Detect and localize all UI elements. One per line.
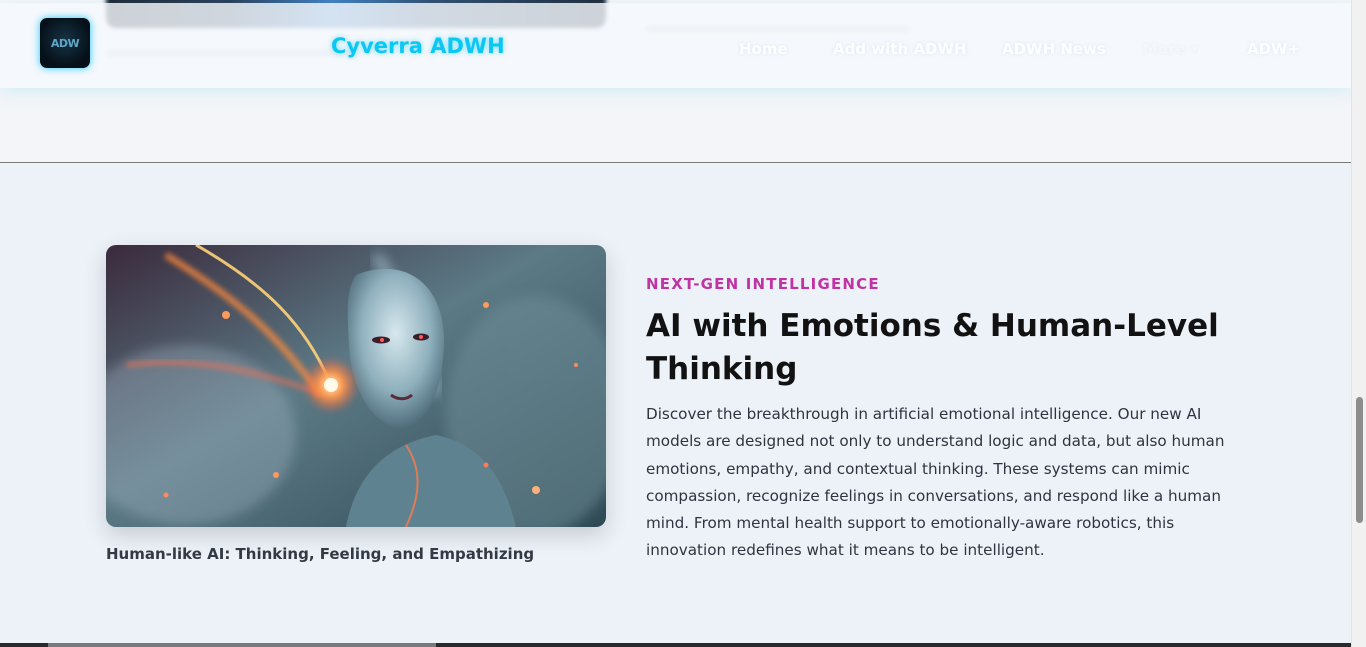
nav-adw-plus[interactable]: ADW+ <box>1247 40 1300 58</box>
vertical-scrollbar-thumb[interactable] <box>1356 397 1363 523</box>
feature-description: Discover the breakthrough in artificial … <box>646 405 1225 560</box>
nav-adwh-news[interactable]: ADWH News <box>1002 40 1106 58</box>
image-caption: Human-like AI: Thinking, Feeling, and Em… <box>106 545 535 563</box>
horizontal-scrollbar-thumb[interactable] <box>48 643 436 647</box>
section-eyebrow: NEXT-GEN INTELLIGENCE <box>646 275 880 293</box>
chevron-down-icon: ▼ <box>1191 45 1199 55</box>
logo[interactable]: ADW <box>40 18 90 68</box>
logo-text: ADW <box>50 36 80 50</box>
nav-more-dropdown[interactable]: More ▼ <box>1143 40 1199 58</box>
nav-add-with-adwh[interactable]: Add with ADWH <box>833 40 967 58</box>
ai-woman-image <box>106 245 606 527</box>
vertical-scrollbar[interactable] <box>1351 0 1366 647</box>
page: ━━━━━━━━━━━━━━━━━━━━━━━━━━━━ ━━━━━━━━━━━… <box>0 0 1351 647</box>
nav-more-label: More <box>1143 40 1186 58</box>
ai-woman-illustration <box>106 245 606 527</box>
brand-title[interactable]: Cyverra ADWH <box>331 34 505 58</box>
navbar: ADW Cyverra ADWH Home Add with ADWH ADWH… <box>0 3 1351 88</box>
feature-section: Human-like AI: Thinking, Feeling, and Em… <box>0 163 1351 647</box>
nav-home[interactable]: Home <box>739 40 788 58</box>
feature-title: AI with Emotions & Human-Level Thinking <box>646 308 1219 387</box>
